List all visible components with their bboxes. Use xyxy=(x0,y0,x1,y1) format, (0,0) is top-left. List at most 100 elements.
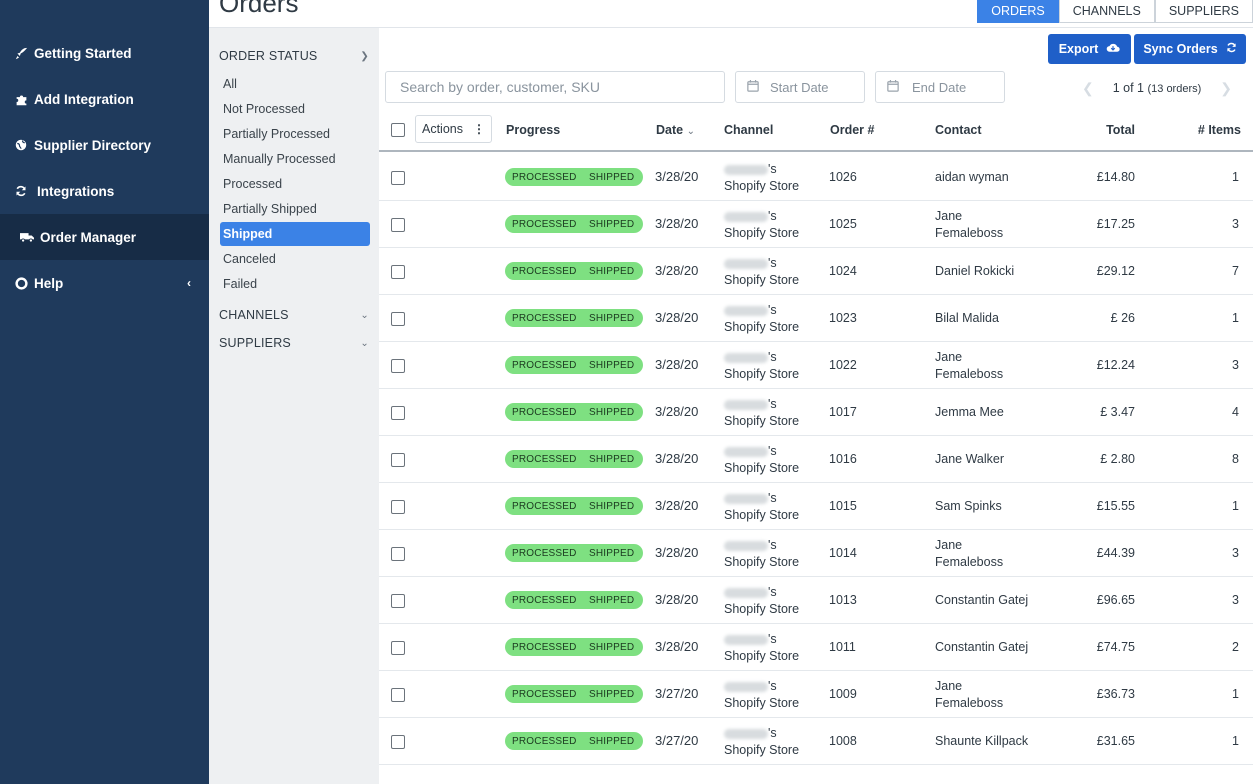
sidebar-item-integrations[interactable]: Integrations xyxy=(0,168,209,214)
sidebar-item-supplier-directory[interactable]: Supplier Directory xyxy=(0,122,209,168)
status-shipped[interactable]: Shipped xyxy=(220,222,370,246)
redacted-channel-name xyxy=(724,728,768,739)
channel-store: Shopify Store xyxy=(724,179,800,193)
row-checkbox[interactable] xyxy=(391,171,405,185)
row-checkbox[interactable] xyxy=(391,641,405,655)
channels-header[interactable]: CHANNELS ⌄ xyxy=(219,308,371,322)
status-failed[interactable]: Failed xyxy=(220,272,370,296)
chevron-right-icon: ❯ xyxy=(360,50,369,62)
lifebuoy-icon xyxy=(14,276,28,290)
row-checkbox[interactable] xyxy=(391,500,405,514)
progress-badge: PROCESSED SHIPPED xyxy=(505,215,643,233)
table-row[interactable]: PROCESSED SHIPPED 3/28/20 's Shopify Sto… xyxy=(379,530,1253,577)
order-number-cell[interactable]: 1025 xyxy=(829,217,857,231)
table-row[interactable]: PROCESSED SHIPPED 3/28/20 's Shopify Sto… xyxy=(379,483,1253,530)
row-checkbox[interactable] xyxy=(391,453,405,467)
channel-store: Shopify Store xyxy=(724,226,800,240)
column-date[interactable]: Date ⌄ xyxy=(656,123,695,137)
table-row[interactable]: PROCESSED SHIPPED 3/28/20 's Shopify Sto… xyxy=(379,295,1253,342)
table-row[interactable]: PROCESSED SHIPPED 3/28/20 's Shopify Sto… xyxy=(379,577,1253,624)
table-row[interactable]: PROCESSED SHIPPED 3/28/20 's Shopify Sto… xyxy=(379,624,1253,671)
table-row[interactable]: PROCESSED SHIPPED 3/27/20 's Shopify Sto… xyxy=(379,718,1253,765)
row-checkbox[interactable] xyxy=(391,547,405,561)
table-row[interactable]: PROCESSED SHIPPED 3/28/20 's Shopify Sto… xyxy=(379,248,1253,295)
previous-page-icon[interactable]: ❮ xyxy=(1082,80,1094,97)
tab-orders[interactable]: ORDERS xyxy=(977,0,1059,23)
processed-label: PROCESSED xyxy=(512,735,577,747)
redacted-channel-name xyxy=(724,211,768,222)
shipped-label: SHIPPED xyxy=(589,453,635,465)
suppliers-header[interactable]: SUPPLIERS ⌄ xyxy=(219,336,371,350)
table-row[interactable]: PROCESSED SHIPPED 3/28/20 's Shopify Sto… xyxy=(379,389,1253,436)
row-checkbox[interactable] xyxy=(391,218,405,232)
sidebar-item-label: Getting Started xyxy=(34,45,132,61)
sidebar-item-getting-started[interactable]: Getting Started xyxy=(0,30,209,76)
row-checkbox[interactable] xyxy=(391,359,405,373)
table-row[interactable]: PROCESSED SHIPPED 3/27/20 's Shopify Sto… xyxy=(379,671,1253,718)
status-processed[interactable]: Processed xyxy=(220,172,370,196)
row-checkbox[interactable] xyxy=(391,735,405,749)
start-date-input[interactable] xyxy=(768,78,864,96)
tab-suppliers[interactable]: SUPPLIERS xyxy=(1154,0,1253,23)
order-number-cell[interactable]: 1011 xyxy=(829,640,856,654)
row-checkbox[interactable] xyxy=(391,406,405,420)
order-number-cell[interactable]: 1017 xyxy=(829,405,857,419)
items-cell: 3 xyxy=(1232,217,1239,231)
start-date-field[interactable] xyxy=(735,71,865,103)
export-button[interactable]: Export xyxy=(1048,34,1131,64)
contact-cell: Constantin Gatej xyxy=(935,640,1029,654)
status-partially-shipped[interactable]: Partially Shipped xyxy=(220,197,370,221)
table-row[interactable]: PROCESSED SHIPPED 3/28/20 's Shopify Sto… xyxy=(379,154,1253,201)
select-all-checkbox[interactable] xyxy=(391,123,405,137)
next-page-icon[interactable]: ❯ xyxy=(1220,80,1232,97)
order-number-cell[interactable]: 1008 xyxy=(829,734,857,748)
total-cell: £14.80 xyxy=(1096,170,1135,184)
date-cell: 3/28/20 xyxy=(655,357,699,372)
order-number-cell[interactable]: 1022 xyxy=(829,358,857,372)
sidebar-item-order-manager[interactable]: Order Manager xyxy=(0,214,209,260)
status-all[interactable]: All xyxy=(220,72,370,96)
table-row[interactable]: PROCESSED SHIPPED 3/28/20 's Shopify Sto… xyxy=(379,436,1253,483)
row-checkbox[interactable] xyxy=(391,312,405,326)
order-number-cell[interactable]: 1016 xyxy=(829,452,857,466)
date-cell: 3/28/20 xyxy=(655,498,699,513)
end-date-input[interactable] xyxy=(910,78,1004,96)
items-cell: 3 xyxy=(1232,546,1239,560)
shipped-label: SHIPPED xyxy=(589,406,635,418)
date-cell: 3/28/20 xyxy=(655,451,699,466)
search-field[interactable] xyxy=(385,71,725,103)
order-number-cell[interactable]: 1013 xyxy=(829,593,857,607)
shipped-label: SHIPPED xyxy=(589,171,635,183)
status-canceled[interactable]: Canceled xyxy=(220,247,370,271)
items-cell: 4 xyxy=(1232,405,1239,419)
date-cell: 3/28/20 xyxy=(655,545,699,560)
order-number-cell[interactable]: 1026 xyxy=(829,170,857,184)
status-partially-processed[interactable]: Partially Processed xyxy=(220,122,370,146)
shipped-label: SHIPPED xyxy=(589,218,635,230)
table-row[interactable]: PROCESSED SHIPPED 3/28/20 's Shopify Sto… xyxy=(379,201,1253,248)
row-checkbox[interactable] xyxy=(391,688,405,702)
order-number-cell[interactable]: 1015 xyxy=(829,499,857,513)
sync-orders-button[interactable]: Sync Orders xyxy=(1134,34,1246,64)
end-date-field[interactable] xyxy=(875,71,1005,103)
date-cell: 3/27/20 xyxy=(655,686,699,701)
row-checkbox[interactable] xyxy=(391,265,405,279)
search-input[interactable] xyxy=(398,78,724,96)
status-not-processed[interactable]: Not Processed xyxy=(220,97,370,121)
order-number-cell[interactable]: 1024 xyxy=(829,264,857,278)
tab-channels[interactable]: CHANNELS xyxy=(1058,0,1155,23)
row-checkbox[interactable] xyxy=(391,594,405,608)
table-row[interactable]: PROCESSED SHIPPED 3/28/20 's Shopify Sto… xyxy=(379,342,1253,389)
order-number-cell[interactable]: 1023 xyxy=(829,311,857,325)
items-cell: 3 xyxy=(1232,358,1239,372)
actions-dropdown[interactable]: Actions ⋮ xyxy=(415,115,492,143)
order-status-header[interactable]: ORDER STATUS ❯ xyxy=(219,49,371,63)
order-number-cell[interactable]: 1009 xyxy=(829,687,857,701)
channel-store: Shopify Store xyxy=(724,320,800,334)
order-number-cell[interactable]: 1014 xyxy=(829,546,857,560)
redacted-channel-name xyxy=(724,681,768,692)
redacted-channel-name xyxy=(724,305,768,316)
status-manually-processed[interactable]: Manually Processed xyxy=(220,147,370,171)
sidebar-item-help[interactable]: Help ‹ xyxy=(0,260,209,306)
sidebar-item-add-integration[interactable]: Add Integration xyxy=(0,76,209,122)
